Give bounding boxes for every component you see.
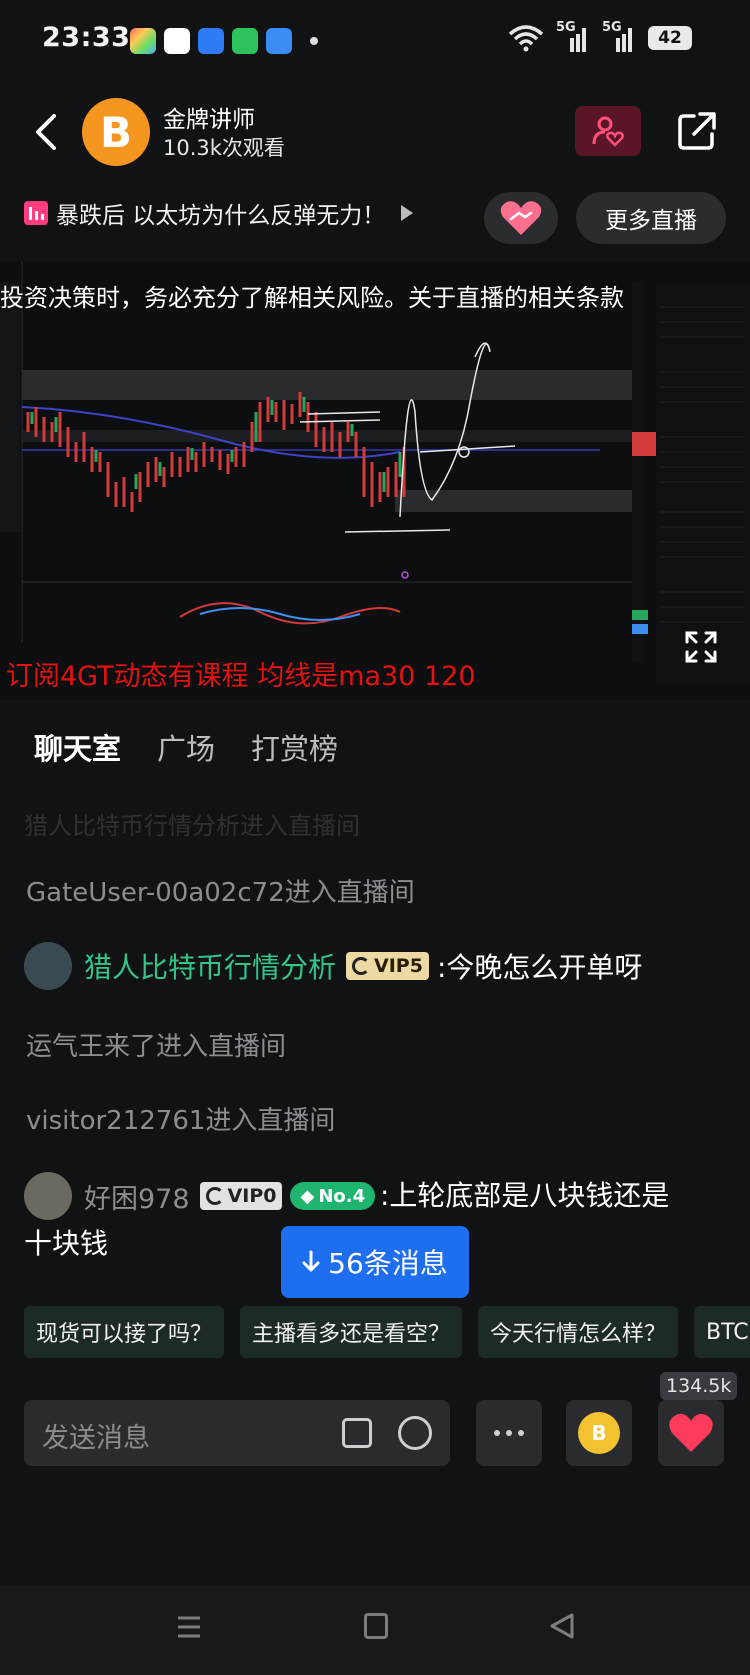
signal-icon-1: 5G — [556, 20, 590, 52]
more-live-button[interactable]: 更多直播 — [576, 192, 726, 244]
new-messages-label: 56条消息 — [328, 1247, 448, 1280]
user-avatar[interactable] — [24, 942, 72, 990]
message-text: :今晚怎么开单呀 — [436, 951, 643, 984]
quick-reply-chip[interactable]: BTC — [694, 1306, 750, 1358]
arrow-down-icon — [302, 1250, 320, 1272]
chat-tabs: 聊天室 广场 打赏榜 — [34, 726, 338, 768]
username[interactable]: 猎人比特币行情分析 — [84, 946, 336, 986]
like-count: 134.5k — [660, 1372, 738, 1400]
status-bar: 23:33 5G 5G 42 — [0, 0, 750, 84]
dot-icon — [506, 1430, 512, 1436]
system-message: GateUser-00a02c72进入直播间 — [26, 878, 415, 908]
wechat-app-icon — [232, 28, 258, 54]
share-icon[interactable] — [676, 110, 718, 152]
watchlist-panel — [656, 282, 750, 682]
back-triangle-icon[interactable] — [548, 1612, 576, 1640]
live-topic[interactable]: 暴跌后 以太坊为什么反弹无力！ — [24, 196, 414, 230]
browser-app-icon — [198, 28, 224, 54]
tab-chatroom[interactable]: 聊天室 — [34, 726, 121, 768]
tab-reward-ranking[interactable]: 打赏榜 — [251, 726, 338, 768]
video-disclaimer-text: 投资决策时，务必充分了解相关风险。关于直播的相关条款 — [0, 284, 624, 312]
more-notifications-dot — [310, 37, 318, 45]
user-message: 好困978 VIP0 ◆ No.4 :上轮底部是八块钱还是十块钱 — [24, 1172, 724, 1260]
message-placeholder: 发送消息 — [42, 1423, 150, 1454]
like-button[interactable] — [658, 1400, 724, 1466]
stream-chart-frame — [0, 262, 750, 700]
fullscreen-icon[interactable] — [684, 630, 718, 664]
faded-chat-line: 猎人比特币行情分析进入直播间 — [24, 812, 360, 840]
play-arrow-icon — [401, 205, 414, 221]
vip-icon — [352, 957, 371, 975]
quick-reply-chip[interactable]: 今天行情怎么样？ — [478, 1306, 679, 1358]
dot-icon — [518, 1430, 524, 1436]
status-time: 23:33 — [42, 22, 131, 53]
back-arrow-icon[interactable] — [30, 112, 64, 152]
home-icon[interactable] — [364, 1613, 388, 1639]
wallet-icon[interactable] — [342, 1418, 372, 1448]
live-video[interactable] — [0, 262, 750, 700]
vip-label: VIP5 — [374, 955, 423, 977]
video-overlay-text: 订阅4GT动态有课程 均线是ma30 120 — [6, 661, 476, 692]
streamer-avatar[interactable]: B — [82, 98, 150, 166]
equalizer-icon — [24, 201, 48, 225]
gift-heart-button[interactable] — [484, 192, 558, 244]
quick-reply-chip[interactable]: 主播看多还是看空？ — [240, 1306, 463, 1358]
system-nav-bar — [0, 1586, 750, 1675]
live-header: B 金牌讲师 10.3k次观看 — [0, 88, 750, 176]
new-messages-button[interactable]: 56条消息 — [281, 1226, 469, 1298]
tip-coin-button[interactable]: B — [566, 1400, 632, 1466]
quick-replies: 现货可以接了吗？ 主播看多还是看空？ 今天行情怎么样？ BTC — [24, 1306, 750, 1358]
wifi-icon — [508, 25, 544, 52]
handshake-heart-icon — [500, 201, 542, 235]
system-indicators: 5G 5G 42 — [508, 20, 692, 52]
user-message: 猎人比特币行情分析 VIP5 :今晚怎么开单呀 — [24, 942, 642, 990]
follow-button[interactable] — [575, 106, 641, 156]
signal-icon-2: 5G — [602, 20, 636, 52]
view-count: 10.3k次观看 — [163, 136, 285, 160]
qq-app-icon — [164, 28, 190, 54]
dot-icon — [494, 1430, 500, 1436]
vip-badge: VIP5 — [346, 952, 429, 980]
notification-icons — [130, 28, 318, 54]
feishu-app-icon — [266, 28, 292, 54]
message-input[interactable]: 发送消息 — [24, 1400, 450, 1466]
system-message: visitor212761进入直播间 — [26, 1106, 336, 1136]
tab-square[interactable]: 广场 — [157, 726, 215, 768]
coin-icon: B — [578, 1412, 620, 1454]
more-options-button[interactable] — [476, 1400, 542, 1466]
battery-icon: 42 — [648, 26, 692, 50]
system-message: 运气王来了进入直播间 — [26, 1032, 287, 1062]
photos-app-icon — [130, 28, 156, 54]
quick-reply-chip[interactable]: 现货可以接了吗？ — [24, 1306, 225, 1358]
emoji-icon[interactable] — [398, 1416, 432, 1450]
topic-title: 暴跌后 以太坊为什么反弹无力！ — [56, 203, 386, 229]
streamer-name: 金牌讲师 — [163, 107, 255, 133]
heart-icon — [669, 1413, 713, 1452]
menu-icon[interactable] — [176, 1614, 202, 1640]
person-heart-icon — [592, 116, 624, 147]
